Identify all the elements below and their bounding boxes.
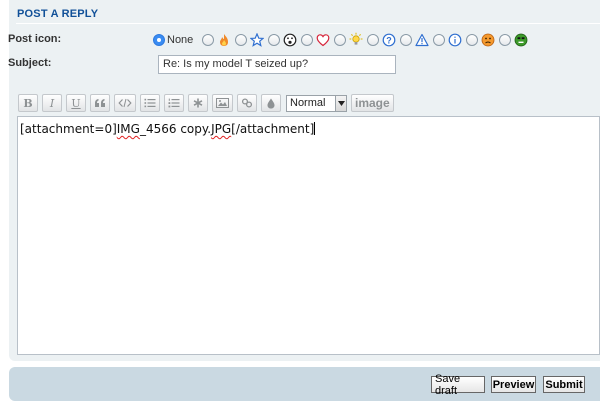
- bold-button[interactable]: B: [18, 94, 38, 112]
- quote-icon: [95, 99, 105, 107]
- font-size-select[interactable]: Normal: [286, 94, 347, 112]
- insert-image-button[interactable]: [212, 94, 233, 112]
- icon-option-fire[interactable]: [202, 32, 232, 48]
- insert-link-button[interactable]: [237, 94, 257, 112]
- italic-button[interactable]: I: [42, 94, 62, 112]
- radio-sad[interactable]: [466, 34, 479, 46]
- icon-option-lightbulb[interactable]: [334, 32, 364, 48]
- icon-option-sad[interactable]: [466, 32, 496, 48]
- radio-warning[interactable]: [400, 34, 413, 46]
- numbered-list-button[interactable]: [164, 94, 184, 112]
- editor-text-end: [/attachment]: [231, 122, 315, 136]
- font-color-button[interactable]: [261, 94, 281, 112]
- svg-text:?: ?: [387, 35, 393, 45]
- fire-icon: [216, 32, 232, 48]
- star-icon: [249, 32, 265, 48]
- numbered-list-icon: [168, 98, 180, 108]
- save-draft-button[interactable]: Save draft: [431, 373, 485, 397]
- editor-text-middle: _4566 copy.: [139, 122, 212, 136]
- icon-option-info[interactable]: [433, 32, 463, 48]
- code-button[interactable]: [114, 94, 136, 112]
- text-caret: [314, 122, 316, 135]
- none-label: None: [167, 34, 194, 46]
- sad-face-icon: [480, 32, 496, 48]
- title-divider: [16, 23, 600, 24]
- droplet-icon: [267, 98, 275, 108]
- quote-button[interactable]: [90, 94, 110, 112]
- subject-label: Subject:: [8, 57, 52, 69]
- radio-fire[interactable]: [202, 34, 215, 46]
- message-textarea[interactable]: [attachment=0]IMG_4566 copy.JPG[/attachm…: [17, 116, 600, 355]
- image-icon: [216, 98, 229, 108]
- lightbulb-icon: [348, 32, 364, 48]
- list-item-button[interactable]: [188, 94, 208, 112]
- question-icon: ?: [381, 32, 397, 48]
- formatting-toolbar: B I U Normal image: [18, 94, 394, 112]
- icon-option-warning[interactable]: [400, 32, 430, 48]
- surprised-face-icon: [282, 32, 298, 48]
- submit-button[interactable]: Submit: [543, 376, 585, 393]
- panel-title: POST A REPLY: [17, 8, 99, 20]
- icon-option-question[interactable]: ?: [367, 32, 397, 48]
- icon-option-none[interactable]: None: [153, 34, 199, 46]
- radio-info[interactable]: [433, 34, 446, 46]
- list-icon: [144, 98, 156, 108]
- heart-icon: [315, 32, 331, 48]
- post-icon-options: None ?: [153, 31, 532, 49]
- angry-face-icon: [513, 32, 529, 48]
- asterisk-icon: [193, 98, 203, 108]
- icon-option-surprised[interactable]: [268, 32, 298, 48]
- radio-star[interactable]: [235, 34, 248, 46]
- chevron-down-icon: [335, 95, 346, 111]
- icon-option-star[interactable]: [235, 32, 265, 48]
- warning-icon: [414, 32, 430, 48]
- image-tag-button[interactable]: image: [351, 94, 394, 112]
- font-size-value: Normal: [290, 97, 326, 109]
- misspelled-word: JPG: [211, 122, 232, 136]
- list-button[interactable]: [140, 94, 160, 112]
- radio-surprised[interactable]: [268, 34, 281, 46]
- underline-button[interactable]: U: [66, 94, 86, 112]
- radio-heart[interactable]: [301, 34, 314, 46]
- subject-input[interactable]: Re: Is my model T seized up?: [158, 55, 396, 74]
- icon-option-angry[interactable]: [499, 32, 529, 48]
- radio-question[interactable]: [367, 34, 380, 46]
- code-icon: [118, 98, 132, 108]
- info-icon: [447, 32, 463, 48]
- icon-option-heart[interactable]: [301, 32, 331, 48]
- link-icon: [241, 98, 253, 108]
- preview-button[interactable]: Preview: [491, 376, 536, 393]
- editor-text-start: [attachment=0]: [20, 122, 117, 136]
- radio-angry[interactable]: [499, 34, 512, 46]
- radio-lightbulb[interactable]: [334, 34, 347, 46]
- radio-none[interactable]: [153, 34, 165, 46]
- post-icon-label: Post icon:: [8, 33, 62, 45]
- misspelled-word: IMG: [116, 122, 140, 136]
